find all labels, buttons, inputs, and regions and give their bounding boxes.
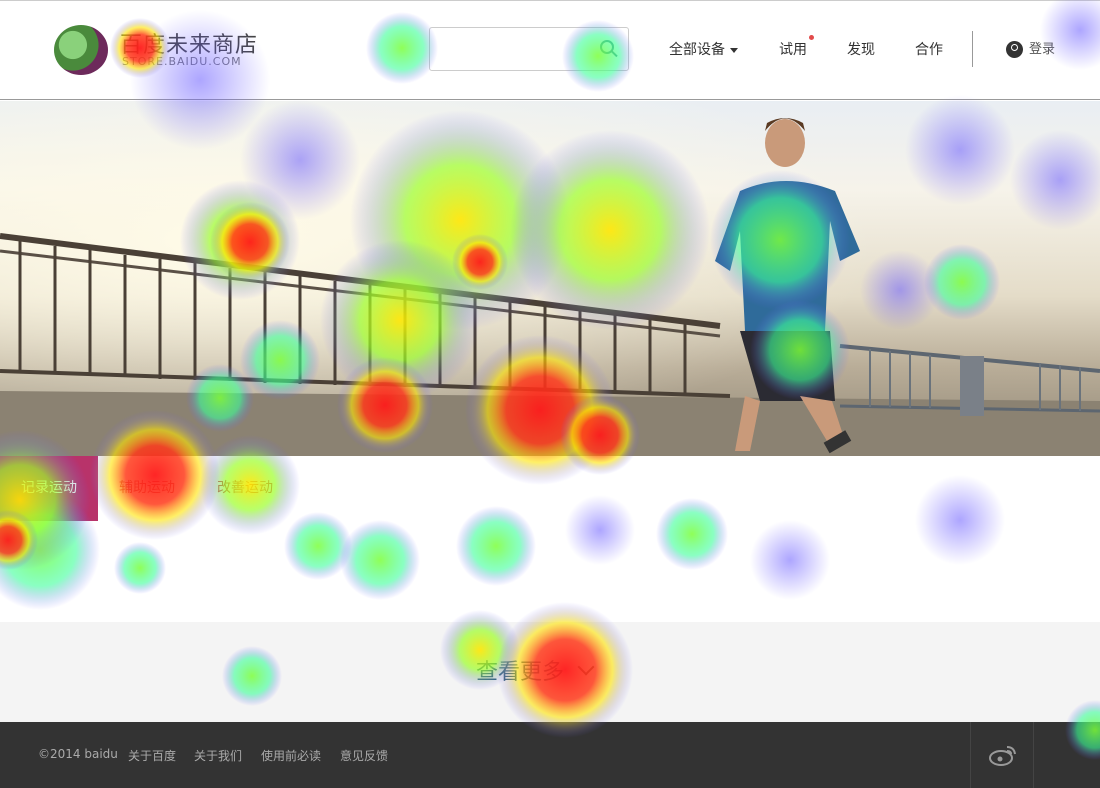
- weibo-icon: [989, 746, 1016, 766]
- tab-assist-sport[interactable]: 辅助运动: [98, 456, 196, 521]
- header-divider: [972, 31, 973, 67]
- notification-dot-icon: [809, 35, 814, 40]
- feature-tabs: 记录运动 辅助运动 改善运动: [0, 456, 1100, 523]
- more-section: 查看更多: [0, 622, 1100, 722]
- footer-link-about-us[interactable]: 关于我们: [194, 747, 242, 764]
- weibo-link[interactable]: [970, 722, 1034, 788]
- logo-subtitle: STORE.BAIDU.COM: [122, 55, 242, 68]
- hero-banner[interactable]: [0, 101, 1100, 456]
- site-header: 百度未来商店 STORE.BAIDU.COM 全部设备 试用 发现 合作 登录: [0, 0, 1100, 100]
- tab-record-sport[interactable]: 记录运动: [0, 456, 98, 521]
- nav-all-devices[interactable]: 全部设备: [669, 39, 738, 59]
- search-icon[interactable]: [600, 40, 614, 54]
- hero-image: [0, 101, 1100, 456]
- search-input[interactable]: [436, 28, 600, 70]
- site-footer: ©2014 baidu 关于百度 关于我们 使用前必读 意见反馈: [0, 722, 1100, 788]
- footer-link-read-before-use[interactable]: 使用前必读: [261, 747, 321, 764]
- tab-improve-sport[interactable]: 改善运动: [196, 456, 294, 521]
- store-logo[interactable]: 百度未来商店 STORE.BAIDU.COM: [48, 21, 288, 77]
- content-area: [0, 522, 1100, 622]
- nav-trial[interactable]: 试用: [779, 35, 814, 59]
- view-more-button[interactable]: 查看更多: [476, 654, 595, 686]
- footer-link-about-baidu[interactable]: 关于百度: [128, 747, 176, 764]
- search-box: [429, 27, 629, 71]
- footer-copyright: ©2014 baidu: [38, 747, 118, 761]
- caret-down-icon: [730, 47, 738, 53]
- view-more-label: 查看更多: [476, 660, 565, 685]
- footer-link-feedback[interactable]: 意见反馈: [340, 747, 388, 764]
- user-icon: [1006, 41, 1023, 58]
- chevron-down-icon: [577, 658, 595, 676]
- nav-cooperation[interactable]: 合作: [915, 39, 943, 59]
- login-label: 登录: [1029, 42, 1056, 57]
- nav-trial-label: 试用: [779, 42, 807, 58]
- logo-mark-icon: [54, 25, 108, 75]
- login-link[interactable]: 登录: [1006, 38, 1055, 58]
- nav-discover[interactable]: 发现: [847, 39, 875, 59]
- nav-all-devices-label: 全部设备: [669, 42, 725, 58]
